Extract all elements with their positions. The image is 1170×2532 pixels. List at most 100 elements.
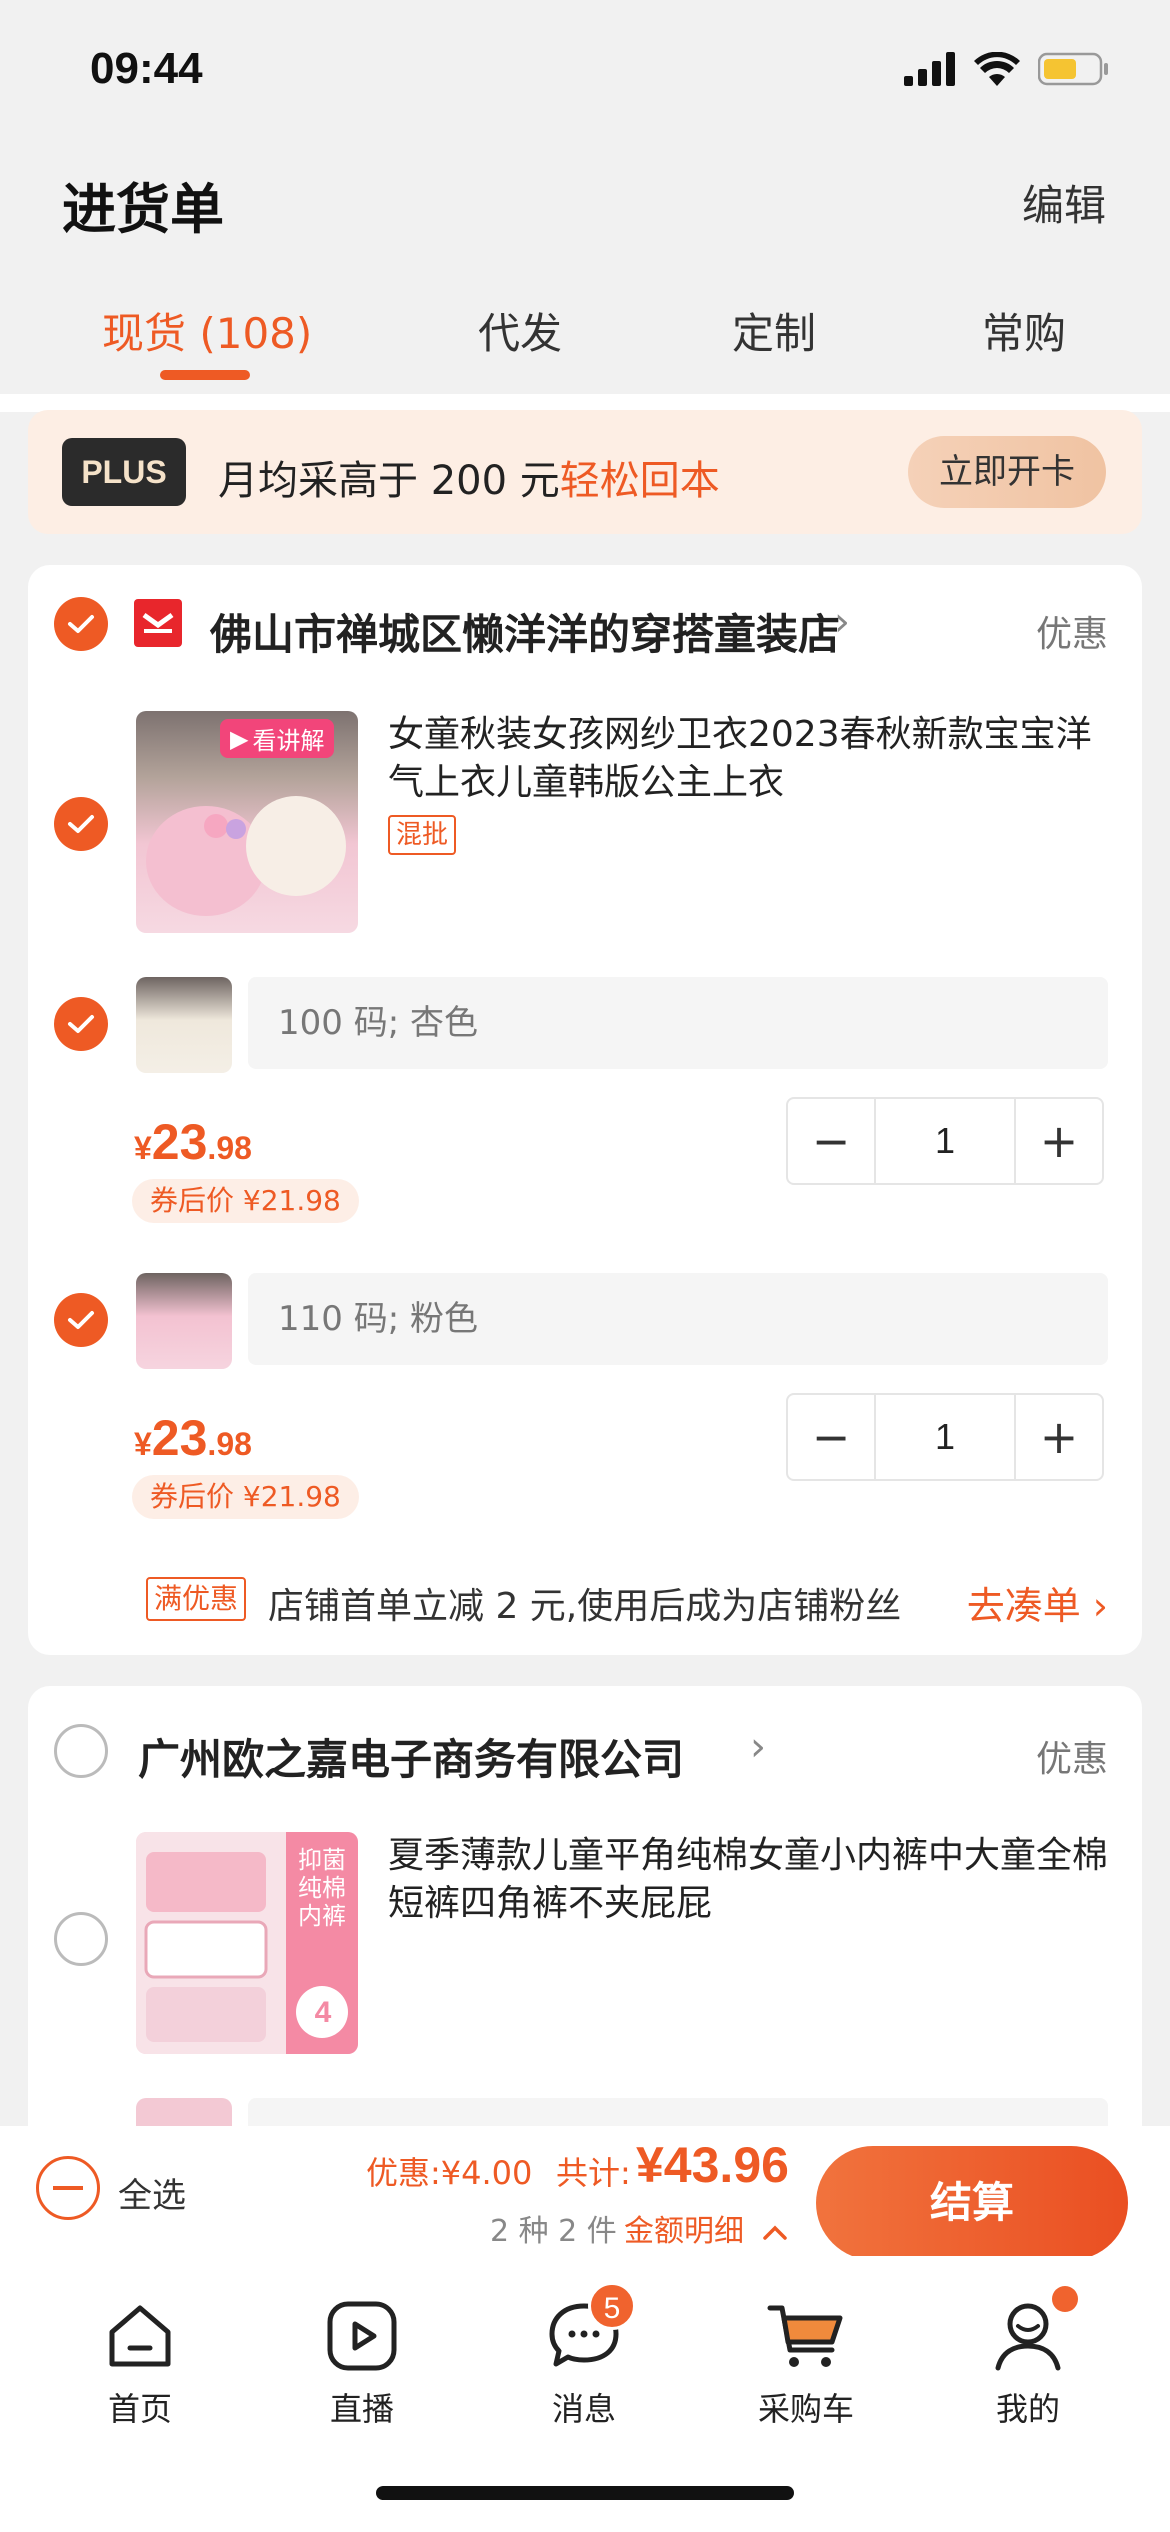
sku-spec-box[interactable]: 100 码; 杏色	[248, 977, 1108, 1069]
tab-bar-top: 现货 (108) 代发 定制 常购	[0, 290, 1170, 390]
discount-sum: 优惠:¥4.00	[366, 2154, 533, 2192]
checkmark-icon	[68, 815, 94, 833]
store-card: 佛山市禅城区懒洋洋的穿搭童装店 › 优惠 ▶ 看讲解 女童秋装女孩网纱卫衣2023…	[28, 565, 1142, 1655]
nav-live[interactable]: 直播	[282, 2296, 442, 2430]
nav-profile[interactable]: 我的	[948, 2286, 1108, 2430]
product-title[interactable]: 夏季薄款儿童平角纯棉女童小内裤中大童全棉短裤四角裤不夹屁屁	[388, 1832, 1118, 1928]
product-title[interactable]: 女童秋装女孩网纱卫衣2023春秋新款宝宝洋气上衣儿童韩版公主上衣	[388, 711, 1118, 807]
checkout-bar: 全选 优惠:¥4.00 共计: ¥43.96 2 种 2 件 金额明细 结算	[0, 2126, 1170, 2260]
total-amount: ¥43.96	[636, 2137, 789, 2193]
plus-text-highlight: 轻松回本	[559, 458, 720, 504]
nav-messages-label: 消息	[551, 2390, 616, 2428]
home-icon	[100, 2296, 180, 2376]
quantity-stepper: − 1 +	[786, 1097, 1104, 1185]
live-icon	[322, 2296, 402, 2376]
nav-profile-label: 我的	[995, 2390, 1060, 2428]
item-count: 2 种 2 件	[490, 2214, 617, 2249]
tab-dropship[interactable]: 代发	[478, 300, 562, 361]
price-currency: ¥	[134, 1426, 152, 1462]
quantity-value[interactable]: 1	[874, 1395, 1016, 1479]
page-title: 进货单	[62, 178, 224, 241]
video-explain-badge[interactable]: ▶ 看讲解	[220, 719, 335, 758]
amount-detail-link[interactable]: 金额明细	[624, 2206, 788, 2250]
chevron-right-icon: ›	[1092, 1584, 1108, 1628]
checkout-button[interactable]: 结算	[816, 2146, 1128, 2260]
sku-image[interactable]	[136, 977, 232, 1073]
chevron-right-icon: ›	[834, 599, 850, 645]
select-all-checkbox[interactable]	[36, 2156, 100, 2220]
tab-frequent[interactable]: 常购	[982, 300, 1066, 361]
sku-price: ¥23.98	[134, 1409, 252, 1467]
add-items-label: 去凑单	[966, 1584, 1081, 1628]
store-checkbox[interactable]	[54, 597, 108, 651]
shop-icon	[134, 599, 182, 647]
nav-home-label: 首页	[107, 2390, 172, 2428]
coupon-price: 券后价 ¥21.98	[132, 1179, 359, 1223]
sku-checkbox[interactable]	[54, 997, 108, 1051]
thumb-label: 抑菌纯棉内裤	[298, 1846, 346, 1930]
checkmark-icon	[68, 1015, 94, 1033]
price-decimal: .98	[207, 1426, 252, 1462]
tab-in-stock[interactable]: 现货 (108)	[102, 300, 312, 361]
decrease-button[interactable]: −	[788, 1395, 874, 1479]
product-image[interactable]: ▶ 看讲解	[136, 711, 358, 933]
store-name[interactable]: 广州欧之嘉电子商务有限公司	[138, 1726, 684, 1787]
active-tab-indicator	[160, 370, 250, 380]
store-checkbox[interactable]	[54, 1724, 108, 1778]
nav-home[interactable]: 首页	[60, 2296, 220, 2430]
plus-banner[interactable]: PLUS 月均采高于 200 元轻松回本 立即开卡	[28, 410, 1142, 534]
product-checkbox[interactable]	[54, 1912, 108, 1966]
sku-spec-box[interactable]: 110 码; 粉色	[248, 1273, 1108, 1365]
plus-text: 月均采高于 200 元轻松回本	[218, 448, 720, 506]
total-label: 共计:	[556, 2154, 631, 2192]
status-time: 09:44	[90, 44, 203, 93]
product-checkbox[interactable]	[54, 797, 108, 851]
nav-live-label: 直播	[329, 2390, 394, 2428]
plus-logo: PLUS	[62, 438, 186, 506]
edit-button[interactable]: 编辑	[1022, 172, 1106, 233]
nav-cart-label: 采购车	[757, 2390, 854, 2428]
amount-detail-label: 金额明细	[624, 2214, 744, 2249]
battery-icon	[1038, 52, 1108, 86]
home-indicator	[376, 2486, 794, 2500]
play-icon: ▶	[230, 724, 249, 753]
nav-cart[interactable]: 采购车	[726, 2296, 886, 2430]
chevron-right-icon: ›	[750, 1724, 766, 1770]
checkmark-icon	[68, 1311, 94, 1329]
message-badge: 5	[588, 2282, 636, 2330]
tab-custom[interactable]: 定制	[732, 300, 816, 361]
sku-price: ¥23.98	[134, 1113, 252, 1171]
sku-image[interactable]	[136, 1273, 232, 1369]
promo-tag: 满优惠	[146, 1577, 247, 1621]
thumb-count: 4	[314, 1996, 332, 2029]
nav-messages[interactable]: 5 消息	[504, 2282, 664, 2430]
profile-icon	[988, 2286, 1078, 2376]
plus-text-prefix: 月均采高于 200 元	[218, 458, 560, 504]
sku-checkbox[interactable]	[54, 1293, 108, 1347]
signal-icon	[904, 52, 955, 86]
cart-icon	[766, 2296, 846, 2376]
chevron-up-icon	[762, 2225, 787, 2240]
add-items-link[interactable]: 去凑单 ›	[967, 1575, 1108, 1630]
wifi-icon	[974, 52, 1020, 86]
notification-dot	[1052, 2286, 1078, 2312]
select-all-label[interactable]: 全选	[118, 2168, 186, 2217]
open-card-button[interactable]: 立即开卡	[908, 436, 1106, 508]
price-decimal: .98	[207, 1130, 252, 1166]
price-integer: 23	[151, 1114, 208, 1170]
checkmark-icon	[68, 615, 94, 633]
increase-button[interactable]: +	[1016, 1099, 1102, 1183]
price-integer: 23	[151, 1410, 208, 1466]
product-image[interactable]: 抑菌纯棉内裤 4	[136, 1832, 358, 2054]
mixed-batch-tag: 混批	[388, 815, 457, 855]
video-tag-label: 看讲解	[252, 727, 325, 755]
status-icons	[904, 52, 1110, 86]
store-discount-link[interactable]: 优惠	[1036, 605, 1108, 657]
coupon-price: 券后价 ¥21.98	[132, 1475, 359, 1519]
promo-text: 店铺首单立减 2 元,使用后成为店铺粉丝	[268, 1586, 902, 1627]
store-name[interactable]: 佛山市禅城区懒洋洋的穿搭童装店	[210, 601, 840, 662]
quantity-value[interactable]: 1	[874, 1099, 1016, 1183]
increase-button[interactable]: +	[1016, 1395, 1102, 1479]
store-discount-link[interactable]: 优惠	[1036, 1730, 1108, 1782]
decrease-button[interactable]: −	[788, 1099, 874, 1183]
